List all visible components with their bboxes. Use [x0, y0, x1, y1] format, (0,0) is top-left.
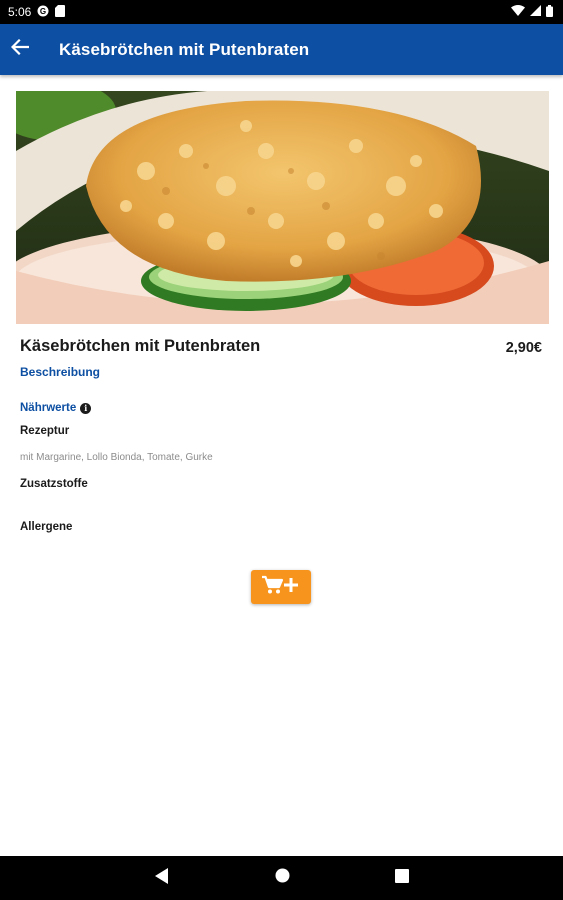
sd-card-icon [55, 4, 66, 20]
app-bar: Käsebrötchen mit Putenbraten [0, 24, 563, 75]
product-price: 2,90€ [505, 340, 542, 356]
page-title: Käsebrötchen mit Putenbraten [59, 39, 310, 59]
home-circle-icon [275, 868, 290, 888]
product-image [16, 91, 549, 324]
recipe-text: mit Margarine, Lollo Bionda, Tomate, Gur… [20, 452, 213, 463]
wifi-icon [511, 5, 525, 19]
nutrition-link[interactable]: Nährwerte i [20, 402, 92, 414]
arrow-left-icon [10, 38, 30, 60]
nav-recents-button[interactable] [377, 856, 427, 900]
description-link[interactable]: Beschreibung [20, 365, 100, 379]
status-bar: 5:06 G [0, 0, 563, 24]
google-icon: G [37, 5, 49, 20]
nav-home-button[interactable] [257, 856, 307, 900]
nutrition-label: Nährwerte [20, 402, 77, 414]
system-nav-bar [0, 856, 563, 900]
recipe-heading: Rezeptur [20, 425, 70, 437]
battery-icon [546, 4, 553, 20]
allergens-heading: Allergene [20, 521, 73, 533]
status-time: 5:06 [8, 5, 32, 19]
back-button[interactable] [0, 24, 40, 75]
status-left: 5:06 G [8, 4, 66, 20]
svg-text:G: G [40, 7, 46, 16]
signal-icon [530, 5, 541, 19]
info-icon[interactable]: i [80, 402, 92, 414]
recents-square-icon [395, 868, 409, 888]
nav-back-button[interactable] [137, 856, 187, 900]
product-name: Käsebrötchen mit Putenbraten [20, 337, 261, 355]
add-to-cart-button[interactable] [251, 570, 311, 604]
back-triangle-icon [155, 867, 169, 889]
cart-add-icon [261, 574, 301, 601]
additives-heading: Zusatzstoffe [20, 478, 88, 490]
status-right [511, 4, 553, 20]
